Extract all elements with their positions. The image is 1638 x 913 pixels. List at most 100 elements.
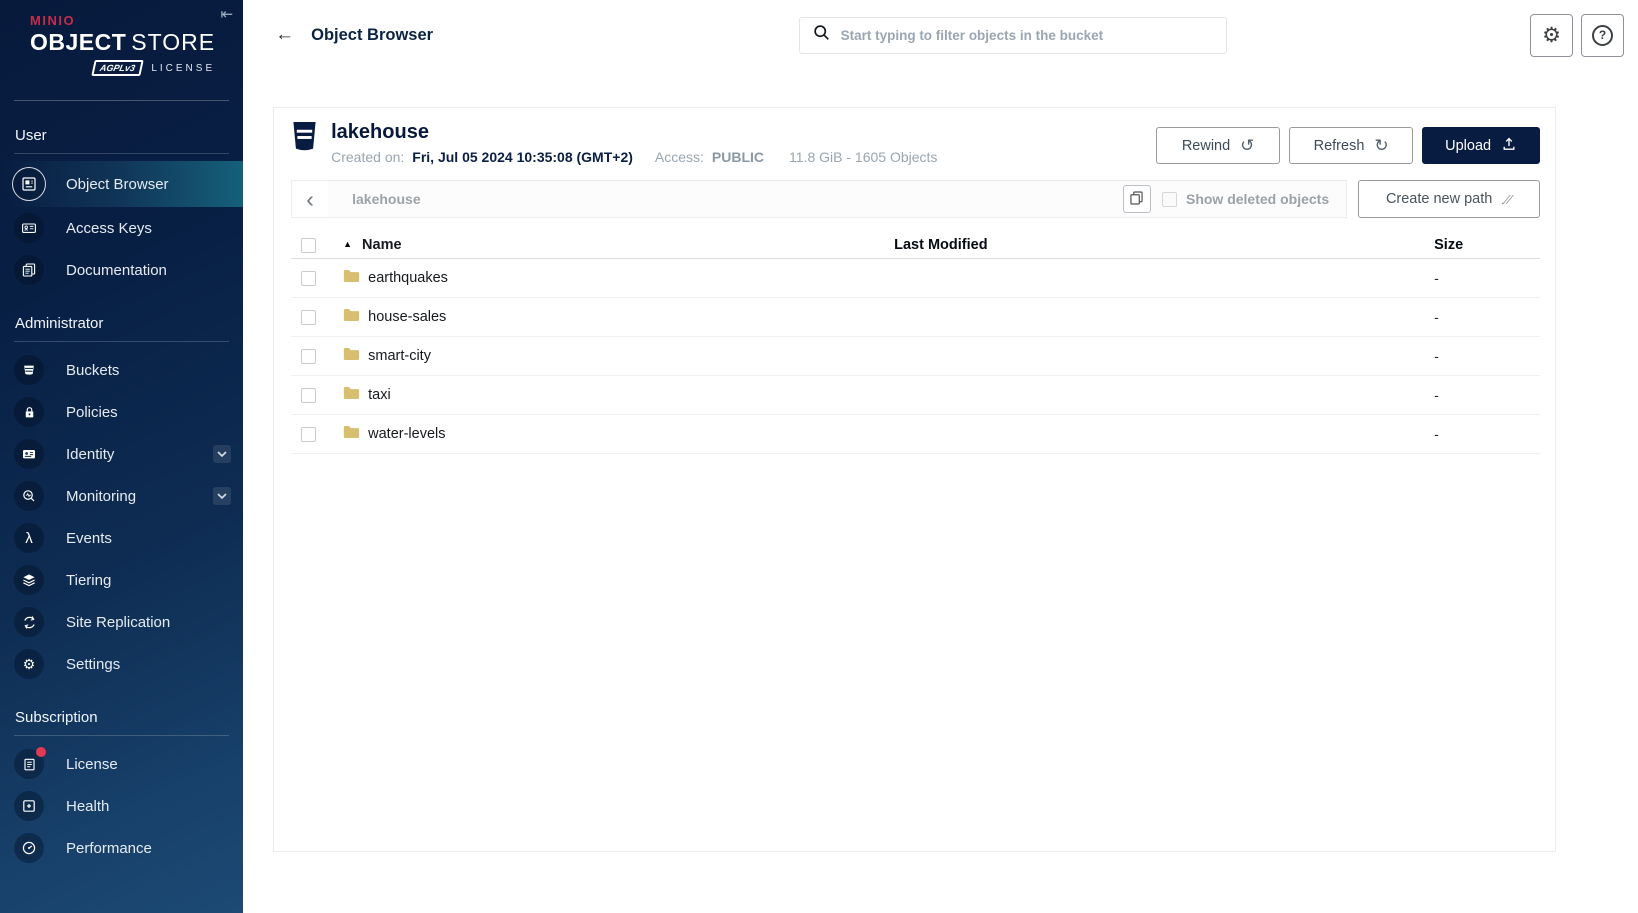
object-name: house-sales — [368, 309, 447, 325]
sidebar-item-events[interactable]: λ Events — [0, 517, 243, 559]
sidebar-item-monitoring[interactable]: Monitoring — [0, 475, 243, 517]
sidebar-item-settings[interactable]: ⚙ Settings — [0, 643, 243, 685]
chevron-down-icon[interactable] — [213, 445, 232, 463]
notification-dot — [36, 747, 46, 757]
brand-name: MINIO — [30, 13, 76, 28]
minio-logo: MINIO OBJECT STORE AGPLv3 LICENSE — [0, 0, 243, 76]
folder-icon — [343, 308, 360, 326]
page-title: ← Object Browser — [275, 24, 495, 46]
path-row: ‹ lakehouse Show deleted objects Create … — [291, 180, 1541, 218]
sidebar: ⇤ MINIO OBJECTSTORE AGPLv3 LICENSE User — [0, 0, 244, 913]
create-new-path-button[interactable]: Create new path .∕∕ — [1358, 180, 1541, 218]
object-name: taxi — [368, 387, 391, 403]
sidebar-item-label: Site Replication — [66, 613, 171, 631]
table-row[interactable]: taxi - — [291, 376, 1541, 415]
bucket-name: lakehouse — [331, 121, 429, 143]
search-box — [798, 16, 1227, 54]
top-actions: ⚙ ? — [1530, 13, 1624, 57]
license-row: AGPLv3 LICENSE — [30, 60, 215, 76]
object-name: water-levels — [368, 426, 446, 442]
sidebar-item-label: Events — [66, 529, 112, 547]
sidebar-item-buckets[interactable]: Buckets — [0, 349, 243, 391]
sidebar-item-performance[interactable]: Performance — [0, 827, 243, 869]
sidebar-item-identity[interactable]: Identity — [0, 433, 243, 475]
help-button[interactable]: ? — [1581, 13, 1624, 57]
sidebar-item-label: Health — [66, 797, 110, 815]
show-deleted-label: Show deleted objects — [1185, 191, 1330, 207]
upload-icon — [1501, 136, 1517, 156]
table-row[interactable]: earthquakes - — [291, 259, 1541, 298]
access-keys-icon — [14, 213, 44, 243]
back-arrow-icon[interactable]: ← — [275, 24, 294, 46]
events-icon: λ — [14, 523, 44, 553]
chevron-down-icon[interactable] — [213, 487, 232, 505]
access-label: Access: — [654, 149, 704, 165]
documentation-icon — [14, 255, 44, 285]
divider — [14, 153, 230, 154]
row-checkbox[interactable] — [301, 270, 317, 286]
bucket-icon — [291, 120, 318, 165]
section-label-administrator: Administrator — [15, 315, 104, 332]
license-icon — [14, 747, 46, 779]
sidebar-item-label: Monitoring — [66, 487, 137, 505]
show-deleted-checkbox[interactable] — [1161, 191, 1177, 207]
sidebar-item-label: Settings — [66, 655, 121, 673]
search-wrap — [495, 16, 1530, 54]
rewind-icon: ↺ — [1240, 135, 1255, 155]
section-label-subscription: Subscription — [15, 709, 98, 726]
gear-icon: ⚙ — [1542, 23, 1561, 47]
copy-icon — [1130, 190, 1144, 208]
sidebar-item-access-keys[interactable]: Access Keys — [0, 207, 243, 249]
column-header-size[interactable]: Size — [1432, 237, 1542, 253]
topbar: ← Object Browser ⚙ ? — [243, 0, 1638, 70]
object-name: earthquakes — [368, 270, 448, 286]
identity-icon — [14, 439, 44, 469]
bucket-usage: 11.8 GiB - 1605 Objects — [789, 149, 938, 165]
object-size: - — [1434, 387, 1439, 403]
sidebar-item-tiering[interactable]: Tiering — [0, 559, 243, 601]
table-row[interactable]: water-levels - — [291, 415, 1541, 454]
sidebar-item-documentation[interactable]: Documentation — [0, 249, 243, 291]
column-header-last-modified[interactable]: Last Modified — [894, 237, 1432, 253]
sidebar-item-license[interactable]: License — [0, 743, 243, 785]
object-size: - — [1434, 426, 1439, 442]
table-header-row: ▲ Name Last Modified Size — [291, 232, 1542, 259]
divider — [14, 341, 230, 342]
select-all-checkbox[interactable] — [301, 237, 317, 253]
upload-button[interactable]: Upload — [1422, 127, 1541, 164]
copy-path-button[interactable] — [1122, 185, 1151, 213]
rewind-button[interactable]: Rewind ↺ — [1156, 127, 1281, 164]
bucket-header: lakehouse Created on: Fri, Jul 05 2024 1… — [274, 108, 1555, 174]
path-box: ‹ lakehouse Show deleted objects — [291, 180, 1348, 218]
column-header-name[interactable]: Name — [362, 237, 402, 253]
sidebar-item-object-browser[interactable]: Object Browser — [0, 161, 244, 207]
access-value: PUBLIC — [711, 149, 765, 165]
search-input[interactable] — [840, 27, 1213, 43]
sidebar-item-policies[interactable]: Policies — [0, 391, 243, 433]
row-checkbox[interactable] — [301, 387, 317, 403]
sidebar-item-site-replication[interactable]: Site Replication — [0, 601, 243, 643]
table-row[interactable]: house-sales - — [291, 298, 1541, 337]
created-label: Created on: — [331, 149, 405, 165]
agpl-badge: AGPLv3 — [91, 60, 145, 76]
license-label: LICENSE — [151, 62, 216, 74]
chevron-left-icon[interactable]: ‹ — [292, 181, 329, 217]
refresh-button[interactable]: Refresh ↻ — [1289, 127, 1414, 164]
settings-button[interactable]: ⚙ — [1530, 13, 1573, 57]
product-name: OBJECT STORE — [30, 29, 216, 55]
created-value: Fri, Jul 05 2024 10:35:08 (GMT+2) — [412, 149, 633, 165]
sidebar-item-label: Object Browser — [66, 175, 169, 193]
row-checkbox[interactable] — [301, 309, 317, 325]
bucket-text: lakehouse Created on: Fri, Jul 05 2024 1… — [331, 120, 937, 165]
section-label-user: User — [15, 127, 47, 144]
collapse-sidebar-icon[interactable]: ⇤ — [221, 5, 234, 23]
tiering-icon — [14, 565, 44, 595]
sort-asc-icon[interactable]: ▲ — [343, 239, 352, 249]
buckets-icon — [14, 355, 44, 385]
row-checkbox[interactable] — [301, 348, 317, 364]
table-row[interactable]: smart-city - — [291, 337, 1541, 376]
sidebar-item-label: Tiering — [66, 571, 112, 589]
help-icon: ? — [1592, 24, 1613, 46]
row-checkbox[interactable] — [301, 426, 317, 442]
sidebar-item-health[interactable]: Health — [0, 785, 243, 827]
